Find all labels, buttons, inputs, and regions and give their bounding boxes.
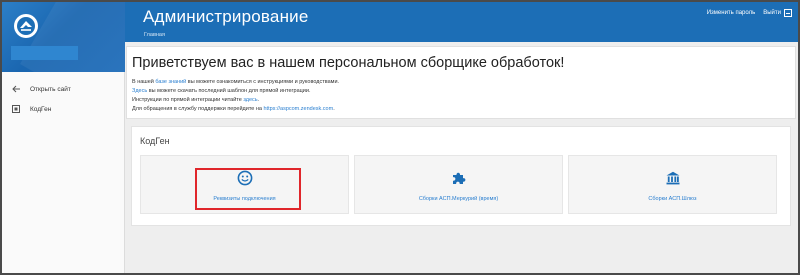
codegen-icon: [2, 105, 30, 113]
welcome-heading: Приветствуем вас в нашем персональном сб…: [132, 55, 565, 71]
tile-gateway-builds[interactable]: Сборки АСП.Шлюз: [568, 155, 777, 214]
tile-label: Сборки АСП.Меркурий (время): [418, 196, 499, 202]
puzzle-icon: [450, 169, 468, 187]
section-title: КодГен: [140, 136, 170, 146]
logo-icon[interactable]: [13, 13, 39, 39]
sidebar-item-codegen[interactable]: КодГен: [2, 99, 125, 119]
user-name-bar[interactable]: [11, 46, 78, 60]
template-download-link[interactable]: Здесь: [132, 88, 147, 94]
breadcrumb[interactable]: Главная: [144, 32, 165, 38]
integration-instructions-link[interactable]: здесь: [243, 97, 257, 103]
support-link[interactable]: https://aspcom.zendesk.com: [264, 106, 334, 112]
bank-icon: [664, 169, 682, 187]
logout-button[interactable]: Выйти: [763, 9, 792, 17]
welcome-line-4: Для обращения в службу поддержки перейди…: [132, 106, 335, 112]
header-actions: Изменить пароль Выйти: [707, 9, 792, 17]
welcome-card: Приветствуем вас в нашем персональном сб…: [126, 46, 796, 119]
sidebar: Открыть сайт КодГен: [2, 2, 125, 273]
welcome-text: В нашей базе знаний вы можете ознакомить…: [132, 78, 339, 114]
tile-label: Сборки АСП.Шлюз: [648, 196, 697, 202]
arrow-left-icon: [2, 85, 30, 93]
welcome-line-1: В нашей базе знаний вы можете ознакомить…: [132, 79, 340, 85]
page-title: Администрирование: [143, 7, 309, 26]
sidebar-item-label: Открыть сайт: [30, 85, 71, 93]
sidebar-item-open-site[interactable]: Открыть сайт: [2, 79, 125, 99]
sidebar-item-label: КодГен: [30, 105, 52, 113]
header-bar: Администрирование Главная Изменить парол…: [125, 2, 798, 42]
welcome-line-3: Инструкции по прямой интеграции читайте …: [132, 97, 260, 103]
change-password-link[interactable]: Изменить пароль: [707, 10, 756, 16]
tile-mercury-builds[interactable]: Сборки АСП.Меркурий (время): [354, 155, 563, 214]
knowledge-base-link[interactable]: базе знаний: [155, 79, 186, 85]
welcome-line-2: Здесь вы можете скачать последний шаблон…: [132, 88, 311, 94]
sidebar-header: [2, 2, 125, 72]
app-window: Открыть сайт КодГен Администрирование Гл…: [0, 0, 800, 275]
highlight-box: [195, 168, 301, 210]
logout-icon: [784, 9, 792, 17]
